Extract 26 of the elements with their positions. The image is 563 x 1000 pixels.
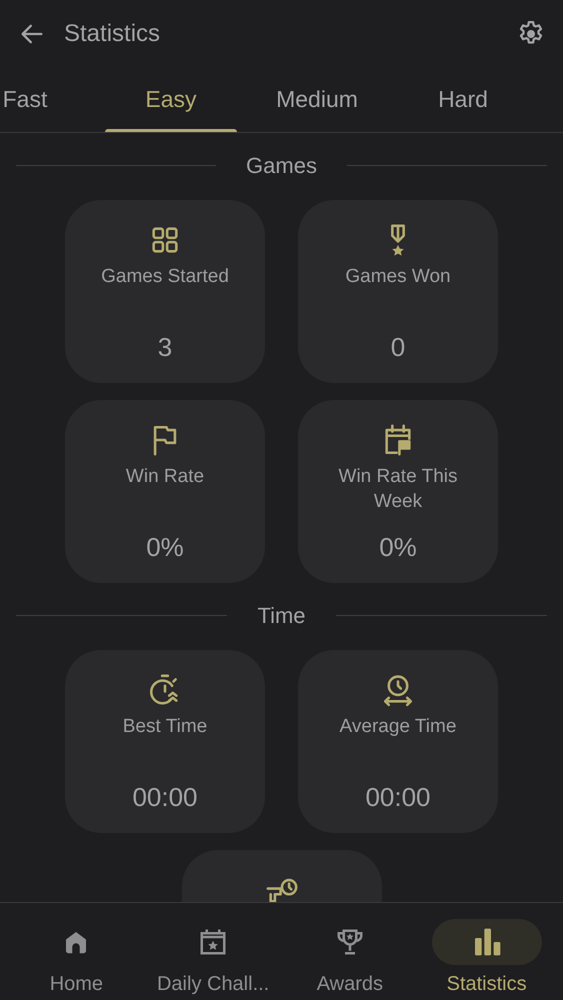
stat-value: 0% xyxy=(146,531,184,564)
nav-item[interactable]: Home xyxy=(8,903,145,1000)
stat-label: Win Rate xyxy=(124,465,206,489)
stat-label: Games Started xyxy=(100,265,230,289)
stat-label: Best Time xyxy=(122,715,208,739)
difficulty-tab[interactable]: Fast xyxy=(0,67,98,132)
nav-item[interactable]: Daily Chall... xyxy=(144,903,282,1000)
screen-title: Statistics xyxy=(64,18,160,48)
section-heading: Games xyxy=(245,152,318,180)
stat-value: 0 xyxy=(390,331,406,364)
stat-label: Average Time xyxy=(338,715,458,739)
nav-item[interactable]: Statistics xyxy=(418,903,555,1000)
nav-item[interactable]: Awards xyxy=(282,903,418,1000)
stat-label: Win Rate This Week xyxy=(338,465,458,514)
section-heading: Time xyxy=(256,602,307,630)
stat-value: 00:00 xyxy=(365,781,431,814)
stat-value: 3 xyxy=(158,331,172,364)
stat-label: Games Won xyxy=(344,265,452,289)
calendar-star-icon xyxy=(198,927,228,957)
difficulty-tab[interactable]: Easy xyxy=(98,67,244,132)
trophy-icon xyxy=(334,927,365,957)
clock-arrows-icon xyxy=(381,673,415,707)
stat-value: 00:00 xyxy=(132,781,198,814)
stat-value: 0% xyxy=(379,531,417,564)
difficulty-tab[interactable]: Medium xyxy=(244,67,390,132)
difficulty-tab[interactable]: Hard xyxy=(390,67,536,132)
